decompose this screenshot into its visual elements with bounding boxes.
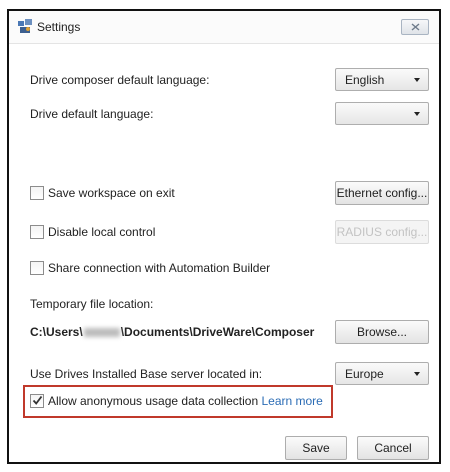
composer-language-value: English: [345, 73, 385, 87]
share-connection-checkbox[interactable]: [30, 261, 44, 275]
chevron-down-icon: [414, 78, 420, 82]
ethernet-config-button[interactable]: Ethernet config...: [335, 181, 429, 205]
redacted-username: [83, 328, 120, 337]
composer-language-label: Drive composer default language:: [30, 73, 210, 87]
disable-local-control-label: Disable local control: [48, 225, 156, 239]
chevron-down-icon: [414, 112, 420, 116]
dialog-title: Settings: [37, 20, 81, 34]
server-dropdown[interactable]: Europe: [335, 362, 429, 385]
close-button[interactable]: [401, 19, 429, 35]
temp-file-path-prefix: C:\Users\: [30, 325, 83, 339]
chevron-down-icon: [414, 372, 420, 376]
drive-language-label: Drive default language:: [30, 107, 154, 121]
server-label: Use Drives Installed Base server located…: [30, 367, 263, 381]
usage-data-label: Allow anonymous usage data collection: [48, 394, 259, 408]
composer-language-dropdown[interactable]: English: [335, 68, 429, 91]
save-workspace-label: Save workspace on exit: [48, 186, 175, 200]
temp-file-path-suffix: \Documents\DriveWare\Composer: [120, 325, 315, 339]
close-icon: [411, 20, 420, 34]
drive-language-dropdown[interactable]: [335, 102, 429, 125]
temp-file-label: Temporary file location:: [30, 297, 154, 311]
usage-data-checkbox[interactable]: [30, 394, 44, 408]
learn-more-link[interactable]: Learn more: [261, 394, 322, 408]
settings-app-icon: [18, 19, 33, 33]
cancel-button[interactable]: Cancel: [357, 436, 429, 460]
checkmark-icon: [32, 395, 43, 405]
server-value: Europe: [345, 367, 384, 381]
save-workspace-checkbox[interactable]: [30, 186, 44, 200]
radius-config-button: RADIUS config...: [335, 220, 429, 244]
usage-data-row: Allow anonymous usage data collection Le…: [48, 394, 323, 408]
title-bar: Settings: [9, 11, 439, 44]
disable-local-control-checkbox[interactable]: [30, 225, 44, 239]
save-button[interactable]: Save: [285, 436, 347, 460]
settings-dialog: Settings Drive composer default language…: [7, 9, 441, 464]
browse-button[interactable]: Browse...: [335, 320, 429, 344]
temp-file-path: C:\Users\ \Documents\DriveWare\Composer: [30, 325, 314, 339]
share-connection-label: Share connection with Automation Builder: [48, 261, 271, 275]
